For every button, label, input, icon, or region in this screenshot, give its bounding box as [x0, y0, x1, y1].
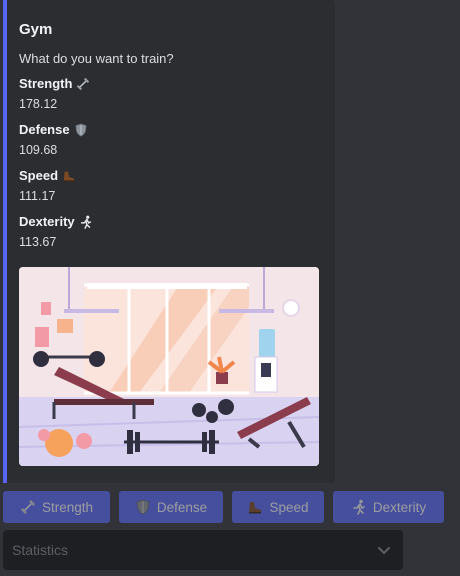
field-speed: Speed 111.17 [19, 168, 76, 203]
field-strength-value: 178.12 [19, 97, 58, 111]
button-row: Strength Defense Speed Dexterity [3, 491, 444, 523]
chevron-down-icon [378, 547, 390, 554]
field-dexterity: Dexterity 113.67 [19, 214, 93, 249]
field-strength: Strength 178.12 [19, 76, 90, 111]
field-defense: Defense 109.68 [19, 122, 88, 157]
field-defense-label: Defense [19, 122, 70, 137]
dumbbell-icon [21, 500, 35, 514]
select-placeholder: Statistics [12, 542, 69, 558]
runner-icon [80, 215, 91, 229]
field-strength-label: Strength [19, 76, 73, 91]
field-dexterity-value: 113.67 [19, 235, 57, 249]
defense-button-label: Defense [156, 499, 208, 515]
dumbbell-icon [77, 77, 90, 90]
gym-illustration[interactable] [19, 267, 319, 466]
speed-button-label: Speed [269, 499, 309, 515]
speed-button[interactable]: Speed [232, 491, 324, 523]
strength-button-label: Strength [41, 499, 94, 515]
shield-icon [74, 123, 87, 136]
boot-icon [63, 171, 75, 182]
field-defense-value: 109.68 [19, 143, 58, 157]
dexterity-button[interactable]: Dexterity [333, 491, 444, 523]
defense-button[interactable]: Defense [119, 491, 223, 523]
field-dexterity-label: Dexterity [19, 214, 75, 229]
strength-button[interactable]: Strength [3, 491, 110, 523]
embed-description: What do you want to train? [19, 51, 174, 66]
gym-embed: Gym What do you want to train? Strength … [3, 0, 335, 483]
field-speed-label: Speed [19, 168, 59, 183]
boot-icon [249, 502, 262, 514]
statistics-select[interactable]: Statistics [3, 530, 403, 570]
dexterity-button-label: Dexterity [372, 499, 427, 515]
embed-title: Gym [19, 21, 53, 38]
shield-icon [136, 499, 150, 515]
field-speed-value: 111.17 [19, 189, 56, 203]
runner-icon [353, 499, 365, 515]
